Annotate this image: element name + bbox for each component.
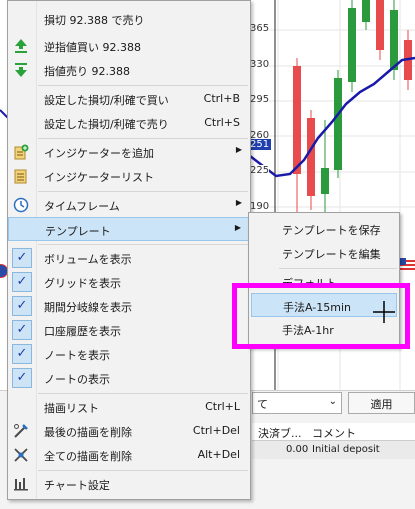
checkmark-icon: ✓ [12,320,32,340]
checkmark-icon: ✓ [12,368,32,388]
arrow-up-green-icon [13,38,29,54]
menu-item-chart-settings[interactable]: チャート設定 [8,472,250,496]
crosshair-cursor-icon [373,301,395,323]
menu-item-show-period-separators[interactable]: ✓ 期間分岐線を表示 [8,294,250,318]
menu-item-add-indicator[interactable]: インジケーターを追加 ▶ [8,140,250,164]
menu-item-sell-sl-tp[interactable]: 設定した損切/利確で売り Ctrl+S [8,111,250,135]
candles [293,0,412,215]
menu-item-limit-sell[interactable]: 指値売り 92.388 [8,58,250,82]
menu-item-buy-sl-tp[interactable]: 設定した損切/利確で買い Ctrl+B [8,87,250,111]
checkmark-icon: ✓ [12,272,32,292]
price-label: 330 [250,59,270,70]
period-select-value: て [257,398,268,411]
submenu-item-save-template[interactable]: テンプレートを保存 [249,217,399,241]
clock-icon [13,197,29,213]
amount-cell: 0.00 [286,444,309,455]
menu-item-template[interactable]: テンプレート ▶ [8,217,250,241]
menu-item-indicator-list[interactable]: インジケーターリスト [8,164,250,188]
price-label: 295 [250,94,270,105]
menu-item-show-grid[interactable]: ✓ グリッドを表示 [8,270,250,294]
column-header[interactable]: コメント [312,425,356,441]
menu-item-stop-sell[interactable]: 損切 92.388 で売り [8,7,250,31]
price-label: 225 [250,165,270,176]
submenu-item-edit-template[interactable]: テンプレートを編集 [249,241,399,265]
menu-item-show-notes[interactable]: ✓ ノートを表示 [8,342,250,366]
price-label: 190 [250,201,270,212]
context-menu: 損切 92.388 で売り 逆指値買い 92.388 指値売り 92.388 設… [7,0,251,500]
column-header[interactable]: 決済ブ... [258,425,302,441]
checkmark-icon: ✓ [12,248,32,268]
tools-icon [13,423,29,439]
table-row[interactable]: 0.00 Initial deposit [252,441,415,459]
menu-item-stop-buy[interactable]: 逆指値買い 92.388 [8,34,250,58]
journal-header: 決済ブ... コメント [252,423,415,441]
menu-item-show-volume[interactable]: ✓ ボリュームを表示 [8,246,250,270]
chevron-down-icon: ⌄ [328,396,337,407]
menu-item-notes-display[interactable]: ✓ ノートの表示 [8,366,250,390]
menu-item-drawing-list[interactable]: 描画リスト Ctrl+L [8,395,250,419]
arrow-down-green-icon [13,62,29,78]
add-indicator-icon [13,144,29,160]
submenu-arrow-icon: ▶ [234,223,241,232]
apply-button[interactable]: 適用 [348,392,415,414]
menu-item-delete-last-drawing[interactable]: 最後の描画を削除 Ctrl+Del [8,419,250,443]
checkmark-icon: ✓ [12,296,32,316]
price-label: 365 [250,23,270,34]
screen: 365 330 295 260 251 225 190 て ⌄ 適用 決済ブ..… [0,0,415,509]
chart-settings-icon [13,476,29,492]
delete-all-icon [13,447,29,463]
submenu-arrow-icon: ▶ [235,145,242,154]
checkmark-icon: ✓ [12,344,32,364]
period-select[interactable]: て ⌄ [252,392,342,414]
menu-item-timeframe[interactable]: タイムフレーム ▶ [8,193,250,217]
current-price-label: 251 [248,139,272,150]
comment-cell: Initial deposit [312,444,380,455]
menu-item-show-account-history[interactable]: ✓ 口座履歴を表示 [8,318,250,342]
menu-item-delete-all-drawings[interactable]: 全ての描画を削除 Alt+Del [8,443,250,467]
submenu-arrow-icon: ▶ [235,198,242,207]
flag-icon[interactable] [398,258,415,272]
indicator-list-icon [13,168,29,184]
